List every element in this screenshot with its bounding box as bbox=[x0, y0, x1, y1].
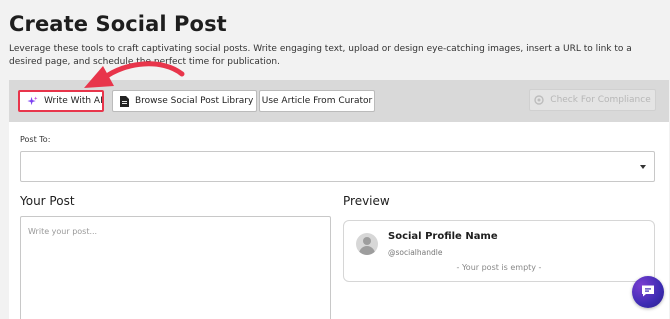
check-compliance-button[interactable]: Check For Compliance bbox=[529, 89, 656, 111]
compliance-icon bbox=[534, 95, 544, 105]
post-placeholder: Write your post... bbox=[28, 227, 98, 236]
write-with-ai-button[interactable]: Write With AI bbox=[18, 90, 104, 112]
browse-library-button[interactable]: Browse Social Post Library bbox=[112, 90, 257, 112]
chat-button[interactable] bbox=[632, 276, 664, 308]
sparkle-icon bbox=[27, 95, 38, 107]
post-to-label: Post To: bbox=[20, 135, 51, 144]
use-article-label: Use Article From Curator bbox=[261, 96, 373, 106]
post-textarea[interactable]: Write your post... bbox=[20, 216, 331, 319]
post-toolbar: Write With AI Browse Social Post Library… bbox=[9, 80, 669, 122]
preview-heading: Preview bbox=[343, 194, 390, 208]
check-compliance-label: Check For Compliance bbox=[550, 95, 651, 105]
post-editor-panel: Post To: Your Post Preview Write your po… bbox=[9, 122, 669, 319]
use-article-button[interactable]: Use Article From Curator bbox=[259, 90, 375, 112]
profile-handle: @socialhandle bbox=[388, 248, 443, 257]
empty-post-message: - Your post is empty - bbox=[456, 263, 542, 272]
create-social-post-page: Create Social Post Leverage these tools … bbox=[0, 0, 670, 319]
profile-name: Social Profile Name bbox=[388, 231, 498, 242]
write-with-ai-label: Write With AI bbox=[44, 96, 103, 106]
document-icon bbox=[120, 95, 129, 107]
your-post-heading: Your Post bbox=[20, 194, 75, 208]
browse-library-label: Browse Social Post Library bbox=[135, 96, 254, 106]
page-title: Create Social Post bbox=[9, 12, 227, 36]
page-description: Leverage these tools to craft captivatin… bbox=[9, 44, 632, 67]
avatar-icon bbox=[356, 233, 378, 255]
chat-icon bbox=[641, 283, 655, 302]
caret-down-icon bbox=[640, 165, 646, 169]
post-preview-card: Social Profile Name @socialhandle - Your… bbox=[343, 220, 655, 282]
post-to-select[interactable] bbox=[20, 151, 655, 182]
